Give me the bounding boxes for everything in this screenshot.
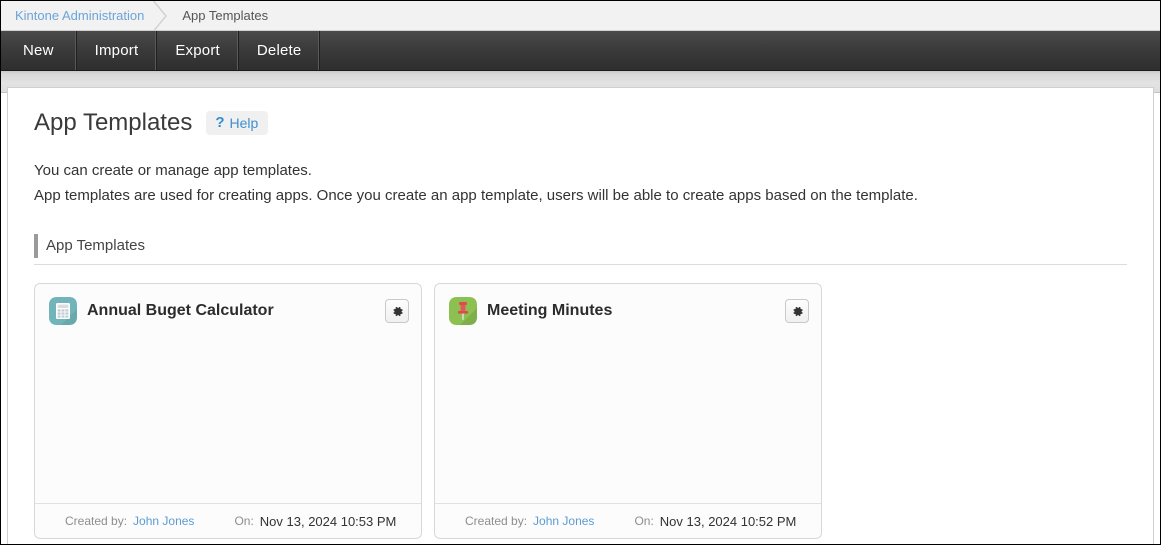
created-by-user-link[interactable]: John Jones: [133, 514, 194, 528]
export-button[interactable]: Export: [157, 31, 239, 70]
gear-icon[interactable]: [385, 299, 409, 324]
help-button[interactable]: ? Help: [206, 111, 269, 136]
page-title-row: App Templates ? Help: [34, 109, 1127, 136]
page-title: App Templates: [34, 109, 193, 136]
app-templates-page: Kintone Administration App Templates New…: [0, 0, 1161, 545]
page-description: You can create or manage app templates. …: [34, 158, 1127, 208]
created-by-label: Created by:: [65, 514, 128, 529]
card-body: [35, 325, 421, 503]
chevron-right-icon: [146, 1, 180, 31]
card-header: Annual Buget Calculator: [35, 284, 421, 326]
created-on-value: Nov 13, 2024 10:52 PM: [659, 513, 797, 529]
toolbar: New Import Export Delete: [1, 31, 1160, 71]
new-button[interactable]: New: [1, 31, 77, 70]
description-line-2: App templates are used for creating apps…: [34, 187, 918, 205]
import-button[interactable]: Import: [77, 31, 158, 70]
card-header: Meeting Minutes: [435, 284, 821, 326]
description-line-1: You can create or manage app templates.: [34, 162, 312, 180]
section-header: App Templates: [34, 234, 1127, 266]
card-footer: Created by: John Jones On: Nov 13, 2024 …: [35, 503, 421, 538]
card-body: [435, 325, 821, 503]
delete-button[interactable]: Delete: [239, 31, 321, 70]
breadcrumb-link-kintone-administration[interactable]: Kintone Administration: [15, 9, 144, 22]
gear-icon[interactable]: [785, 299, 809, 324]
question-mark-icon: ?: [215, 114, 225, 132]
calculator-app-icon: [49, 297, 77, 326]
content-panel: App Templates ? Help You can create or m…: [7, 87, 1154, 544]
card-footer: Created by: John Jones On: Nov 13, 2024 …: [435, 503, 821, 538]
created-on-value: Nov 13, 2024 10:53 PM: [259, 513, 397, 529]
breadcrumb: Kintone Administration App Templates: [1, 1, 1160, 31]
created-on-label: On:: [634, 514, 654, 529]
app-template-card[interactable]: Meeting Minutes Created by: John Jones O…: [434, 283, 822, 540]
app-template-list: Annual Buget Calculator Created by: John…: [34, 283, 1127, 540]
app-template-card[interactable]: Annual Buget Calculator Created by: John…: [34, 283, 422, 540]
created-by-label: Created by:: [465, 514, 528, 529]
card-title: Meeting Minutes: [487, 302, 613, 320]
created-by-user-link[interactable]: John Jones: [533, 514, 594, 528]
pushpin-app-icon: [449, 297, 477, 326]
breadcrumb-current-app-templates: App Templates: [182, 8, 269, 23]
card-title: Annual Buget Calculator: [87, 302, 274, 320]
section-header-label: App Templates: [46, 237, 145, 255]
created-on-label: On:: [234, 514, 254, 529]
help-button-label: Help: [229, 114, 259, 131]
